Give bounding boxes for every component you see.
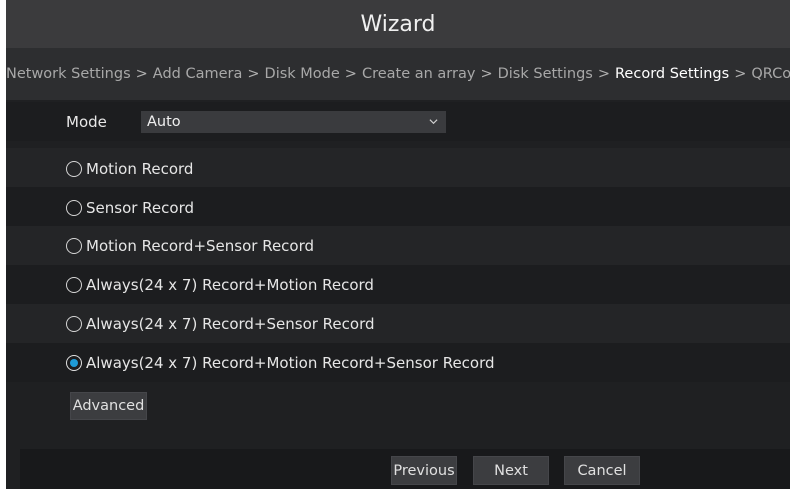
option-sensor-record[interactable]: Sensor Record [66, 199, 194, 217]
option-motion-record[interactable]: Motion Record [66, 160, 193, 178]
breadcrumb-separator: > [135, 66, 148, 82]
breadcrumb-disk-settings[interactable]: Disk Settings [498, 66, 593, 82]
breadcrumb-create-array[interactable]: Create an array [362, 66, 476, 82]
option-label: Always(24 x 7) Record+Motion Record+Sens… [86, 354, 495, 372]
advanced-button[interactable]: Advanced [70, 392, 147, 420]
option-always-motion-record[interactable]: Always(24 x 7) Record+Motion Record [66, 276, 374, 294]
option-motion-sensor-record[interactable]: Motion Record+Sensor Record [66, 237, 314, 255]
breadcrumb-separator: > [247, 66, 260, 82]
option-label: Motion Record+Sensor Record [86, 237, 315, 255]
option-label: Motion Record [86, 160, 194, 178]
breadcrumb-qrcode[interactable]: QRCode [751, 66, 790, 82]
breadcrumb-separator: > [480, 66, 493, 82]
wizard-window: Wizard Network Settings > Add Camera > D… [6, 0, 790, 489]
radio-unchecked-icon[interactable] [66, 238, 82, 254]
chevron-down-icon [429, 119, 438, 125]
breadcrumb-add-camera[interactable]: Add Camera [153, 66, 243, 82]
mode-select-value: Auto [147, 114, 181, 130]
option-always-motion-sensor-record[interactable]: Always(24 x 7) Record+Motion Record+Sens… [66, 354, 495, 372]
radio-checked-icon[interactable] [66, 355, 82, 371]
breadcrumb-network-settings[interactable]: Network Settings [6, 66, 131, 82]
radio-unchecked-icon[interactable] [66, 200, 82, 216]
breadcrumb-separator: > [344, 66, 357, 82]
window-title: Wizard [6, 0, 790, 48]
option-label: Sensor Record [86, 199, 195, 217]
radio-dot-icon [70, 359, 78, 367]
next-button[interactable]: Next [473, 456, 549, 485]
breadcrumb-separator: > [734, 66, 747, 82]
option-label: Always(24 x 7) Record+Sensor Record [86, 315, 375, 333]
mode-row: Mode Auto [6, 102, 790, 141]
radio-unchecked-icon[interactable] [66, 316, 82, 332]
mode-select[interactable]: Auto [141, 111, 446, 133]
cancel-button[interactable]: Cancel [564, 456, 640, 485]
breadcrumb: Network Settings > Add Camera > Disk Mod… [6, 48, 790, 100]
option-always-sensor-record[interactable]: Always(24 x 7) Record+Sensor Record [66, 315, 375, 333]
breadcrumb-record-settings[interactable]: Record Settings [615, 66, 729, 82]
radio-unchecked-icon[interactable] [66, 277, 82, 293]
option-label: Always(24 x 7) Record+Motion Record [86, 276, 374, 294]
mode-label: Mode [66, 112, 107, 131]
radio-unchecked-icon[interactable] [66, 161, 82, 177]
breadcrumb-disk-mode[interactable]: Disk Mode [265, 66, 340, 82]
previous-button[interactable]: Previous [391, 456, 457, 485]
breadcrumb-separator: > [597, 66, 610, 82]
